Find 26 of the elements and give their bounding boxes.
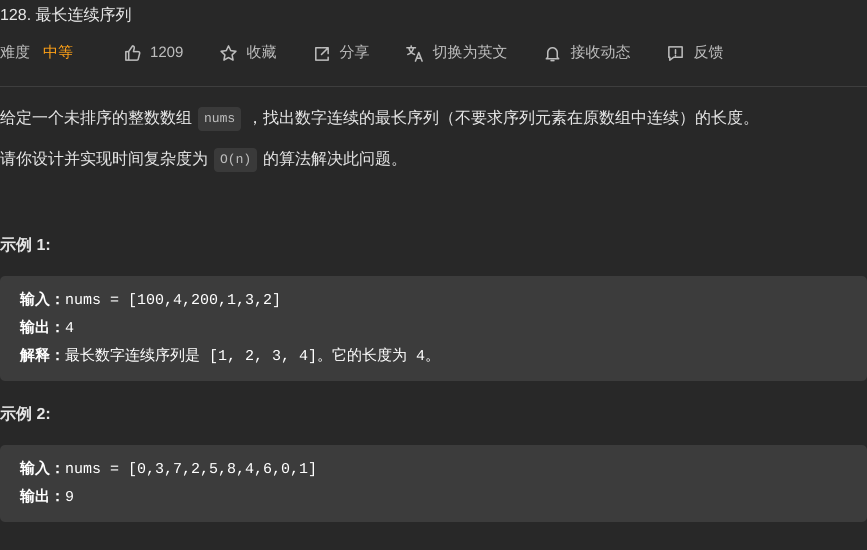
difficulty-value: 中等 <box>43 42 73 63</box>
problem-title: 128. 最长连续序列 <box>0 6 133 26</box>
thumbs-up-icon <box>123 44 142 62</box>
code-line: 输出：9 <box>20 487 76 508</box>
action-button[interactable]: 反馈 <box>666 42 724 64</box>
action-button[interactable]: 1209 <box>123 42 184 64</box>
action-button[interactable]: 分享 <box>312 42 370 64</box>
code-line: 解释：最长数字连续序列是 [1, 2, 3, 4]。它的长度为 4。 <box>20 346 442 367</box>
paragraph-text: 给定一个未排序的整数数组 <box>0 108 192 129</box>
example-heading: 示例 1: <box>0 236 52 256</box>
difficulty-label: 难度 <box>0 42 30 63</box>
paragraph-text: 请你设计并实现时间复杂度为 <box>0 150 208 170</box>
feedback-icon <box>666 44 686 62</box>
paragraph-text: ，找出数字连续的最长序列（不要求序列元素在原数组中连续）的长度。 <box>247 108 760 129</box>
paragraph-text: 的算法解决此问题。 <box>263 150 408 170</box>
star-icon <box>219 44 238 62</box>
action-button[interactable]: 切换为英文 <box>405 42 508 64</box>
translate-icon <box>405 44 424 62</box>
action-button[interactable]: 收藏 <box>219 42 276 64</box>
action-button[interactable]: 接收动态 <box>543 42 630 64</box>
inline-code: nums <box>198 107 242 131</box>
code-line: 输入：nums = [100,4,200,1,3,2] <box>20 290 282 311</box>
inline-code: O(n) <box>214 148 258 172</box>
example-heading: 示例 2: <box>0 405 52 425</box>
code-line: 输出：4 <box>20 318 76 339</box>
code-line: 输入：nums = [0,3,7,2,5,8,4,6,0,1] <box>20 459 318 480</box>
